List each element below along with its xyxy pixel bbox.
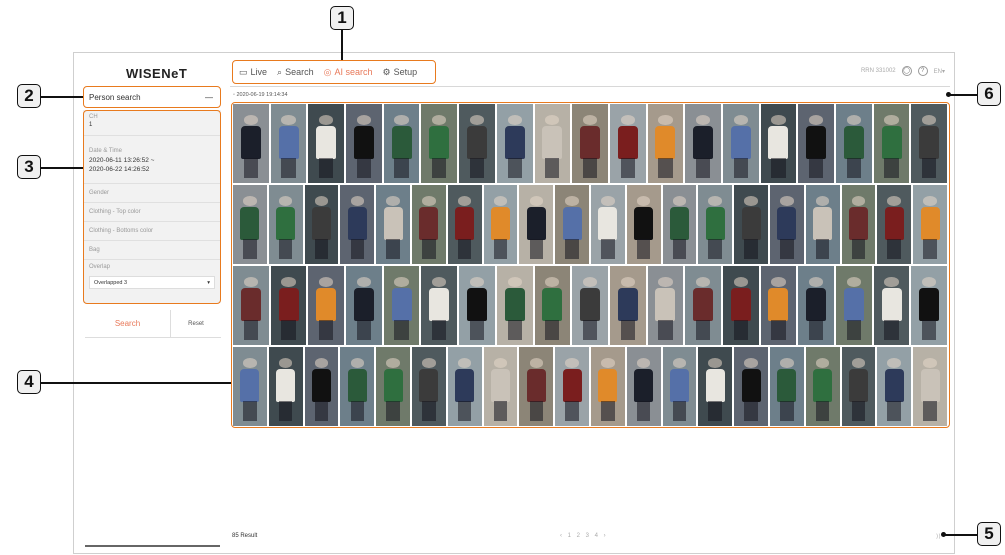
callout-line-2	[41, 96, 83, 98]
callout-box-4	[231, 102, 950, 428]
callout-badge-1: 1	[330, 6, 354, 30]
help-icon[interactable]: ?	[917, 66, 928, 76]
export-button[interactable]: ⟩⟩	[936, 533, 941, 540]
panel-buttons: Search Reset	[85, 310, 221, 338]
callout-line-6	[950, 94, 977, 96]
wisenet-logo: WISENeT	[126, 66, 188, 81]
header-divider	[230, 86, 950, 87]
pagination[interactable]: ‹ 1 2 3 4 ›	[560, 533, 608, 539]
callout-dot-5	[941, 532, 946, 537]
callout-line-1	[341, 30, 343, 60]
result-count: 85 Result	[232, 533, 258, 539]
reset-button[interactable]: Reset	[171, 310, 221, 337]
callout-dot-6	[946, 92, 951, 97]
callout-box-2	[83, 86, 221, 108]
system-id: RRN 331002	[860, 68, 896, 74]
callout-line-3	[41, 167, 83, 169]
user-icon[interactable]: ◯	[901, 66, 912, 76]
callout-badge-6: 6	[977, 82, 1001, 106]
top-right-tools: RRN 331002 ◯ ? EN▾	[861, 66, 945, 76]
panel-scrollbar[interactable]	[85, 545, 220, 547]
manual-screenshot: WISENeT ▭ Live ⌕ Search ◎ AI search ⚙ Setup …	[0, 0, 1005, 555]
callout-badge-5: 5	[977, 522, 1001, 546]
result-timestamp[interactable]: ◦ 2020-06-19 19:14:34	[233, 92, 288, 98]
callout-box-3	[83, 110, 221, 304]
language-select[interactable]: EN▾	[934, 68, 945, 75]
callout-badge-2: 2	[17, 84, 41, 108]
callout-line-4	[41, 382, 231, 384]
callout-line-5	[944, 534, 977, 536]
search-button[interactable]: Search	[85, 310, 171, 337]
callout-badge-4: 4	[17, 370, 41, 394]
callout-badge-3: 3	[17, 155, 41, 179]
callout-box-1	[232, 60, 436, 84]
